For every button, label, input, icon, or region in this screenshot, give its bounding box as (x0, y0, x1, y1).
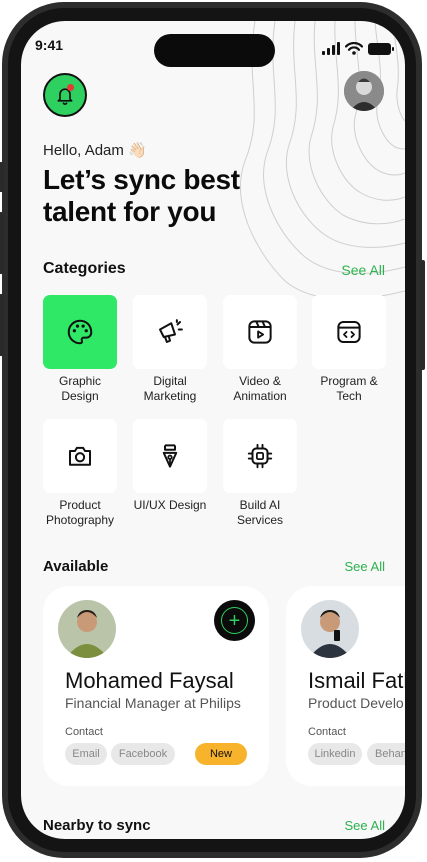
category-label: Program & Tech (320, 374, 378, 403)
battery-icon (368, 43, 394, 55)
contact-chip-linkedin[interactable]: Linkedin (308, 743, 362, 765)
talent-role: Financial Manager at Philips (65, 695, 241, 711)
power-button (420, 260, 425, 370)
new-badge: New (195, 743, 247, 765)
category-label: Video & Animation (233, 374, 287, 403)
talent-photo (58, 600, 116, 658)
category-label: Graphic Design (58, 374, 102, 403)
mute-switch (0, 162, 4, 192)
category-tile (133, 295, 207, 369)
dynamic-island (154, 34, 275, 67)
talent-name: Mohamed Faysal (65, 668, 234, 693)
available-see-all-link[interactable]: See All (345, 559, 385, 574)
contact-label: Contact (65, 726, 103, 738)
greeting-text: Hello, Adam 👋🏻 (43, 142, 147, 159)
notification-dot (67, 84, 74, 91)
categories-see-all-link[interactable]: See All (341, 262, 385, 278)
category-tile (43, 419, 117, 493)
megaphone-icon (159, 319, 183, 343)
category-label: Product Photography (45, 498, 115, 527)
category-tile (223, 419, 297, 493)
camera-icon (69, 446, 91, 466)
available-title: Available (43, 558, 109, 575)
talent-avatar (301, 600, 359, 658)
talent-photo (301, 600, 359, 658)
category-label: Digital Marketing (143, 374, 197, 403)
talent-name: Ismail Fath (308, 668, 405, 693)
talent-role: Product Develo (308, 695, 404, 711)
nearby-see-all-link[interactable]: See All (345, 818, 385, 833)
category-video-animation[interactable]: Video & Animation (223, 295, 297, 404)
category-label: UI/UX Design (133, 498, 207, 512)
contact-chip-facebook[interactable]: Facebook (111, 743, 175, 765)
talent-card-ismail[interactable]: Ismail Fath Product Develo Contact Linke… (286, 586, 405, 786)
palette-icon (67, 319, 93, 345)
category-ui-ux-design[interactable]: UI/UX Design (133, 419, 207, 513)
contact-chip-email[interactable]: Email (65, 743, 107, 765)
add-talent-button[interactable]: + (214, 600, 255, 641)
hero-heading: Let’s sync best talent for you (43, 164, 240, 227)
category-program-tech[interactable]: Program & Tech (312, 295, 386, 404)
category-tile (312, 295, 386, 369)
signal-icon (322, 42, 340, 55)
contact-label: Contact (308, 726, 346, 738)
category-tile (43, 295, 117, 369)
talent-card-mohamed[interactable]: + Mohamed Faysal Financial Manager at Ph… (43, 586, 269, 786)
pen-tool-icon (162, 444, 178, 468)
categories-title: Categories (43, 260, 126, 277)
category-graphic-design[interactable]: Graphic Design (43, 295, 117, 404)
category-label: Build AI Services (236, 498, 283, 527)
talent-avatar (58, 600, 116, 658)
category-tile (223, 295, 297, 369)
category-tile (133, 419, 207, 493)
volume-up-button (0, 212, 4, 274)
status-icons (322, 42, 394, 55)
video-play-icon (248, 320, 272, 344)
chip-icon (247, 443, 273, 469)
phone-frame: 9:41 Hello, Adam 👋🏻 Let’s sync best tale… (0, 2, 425, 858)
category-digital-marketing[interactable]: Digital Marketing (133, 295, 207, 404)
profile-avatar[interactable] (344, 71, 384, 111)
plus-icon: + (221, 607, 248, 634)
wifi-icon (345, 42, 363, 55)
volume-down-button (0, 294, 4, 356)
status-time: 9:41 (35, 37, 64, 53)
category-product-photography[interactable]: Product Photography (43, 419, 117, 528)
contact-chip-behance[interactable]: Behan (367, 743, 405, 765)
nearby-title: Nearby to sync (43, 817, 151, 834)
app-screen: 9:41 Hello, Adam 👋🏻 Let’s sync best tale… (21, 21, 405, 839)
code-icon (337, 321, 361, 343)
notification-button[interactable] (43, 73, 87, 117)
category-build-ai-services[interactable]: Build AI Services (223, 419, 297, 528)
user-avatar-image (344, 71, 384, 111)
